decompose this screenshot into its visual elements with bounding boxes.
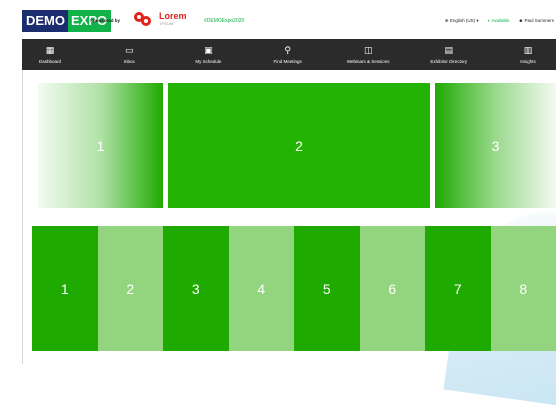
item-number: 3 [192,281,200,297]
nav-insights[interactable]: ▥ Insights [508,39,548,70]
sponsor-name: Lorem [159,12,187,21]
nav-exhibitor-directory[interactable]: ▤ Exhibitor Directory [429,39,469,70]
nav-label: Insights [520,59,536,64]
slide-number: 2 [295,138,303,154]
header-right-controls: ⊕ English (US) ▾ ◐ Available ☻ Paul Summ… [445,18,554,24]
nav-label: Find Meetings [274,59,302,64]
item-number: 7 [454,281,462,297]
carousel-item[interactable]: 7 [425,226,491,351]
insights-icon: ▥ [524,45,533,56]
inbox-icon: ▭ [125,45,134,56]
availability-status[interactable]: ◐ Available [488,18,510,24]
item-number: 6 [388,281,396,297]
multi-item-carousel: 1 2 3 4 5 6 7 8 [32,226,556,351]
slide-number: 3 [492,138,500,154]
nav-label: Inbox [124,59,135,64]
item-number: 1 [61,281,69,297]
nav-label: Webinars & Sessions [347,59,390,64]
item-number: 8 [519,281,527,297]
video-icon: ◫ [364,45,373,56]
nav-label: My Schedule [195,59,221,64]
main-nav: ▦ Dashboard ▭ Inbox ▣ My Schedule ⚲ Find… [22,39,556,70]
nav-inbox[interactable]: ▭ Inbox [109,39,149,70]
sponsor-logo-icon [134,11,156,29]
search-icon: ⚲ [284,45,291,56]
carousel-item[interactable]: 6 [360,226,426,351]
carousel-slide-prev[interactable]: 1 [38,83,163,208]
nav-my-schedule[interactable]: ▣ My Schedule [188,39,228,70]
nav-webinars-sessions[interactable]: ◫ Webinars & Sessions [347,39,390,70]
calendar-icon: ▣ [204,45,213,56]
carousel-item[interactable]: 4 [229,226,295,351]
sponsored-by-label: Sponsored by [90,18,120,23]
nav-label: Exhibitor Directory [430,59,467,64]
language-selector[interactable]: ⊕ English (US) ▾ [445,18,479,24]
carousel-item[interactable]: 8 [491,226,556,351]
slide-number: 1 [97,138,105,154]
carousel-item[interactable]: 5 [294,226,360,351]
carousel-slide-active[interactable]: 2 [168,83,430,208]
event-hashtag[interactable]: #DEMOExpo2020 [204,18,244,24]
nav-dashboard[interactable]: ▦ Dashboard [30,39,70,70]
user-menu[interactable]: ☻ Paul Summers [519,18,555,24]
item-number: 4 [257,281,265,297]
sponsor-subtitle: IPSUM [160,22,174,26]
top-header: DEMO EXPO Sponsored by Lorem IPSUM #DEMO… [22,9,556,39]
carousel-item[interactable]: 3 [163,226,229,351]
carousel-item[interactable]: 1 [32,226,98,351]
logo-demo-text: DEMO [22,10,68,32]
carousel-item[interactable]: 2 [98,226,164,351]
app-frame: DEMO EXPO Sponsored by Lorem IPSUM #DEMO… [0,0,556,364]
directory-icon: ▤ [445,45,454,56]
nav-label: Dashboard [39,59,61,64]
item-number: 2 [126,281,134,297]
carousel-slide-next[interactable]: 3 [435,83,556,208]
nav-find-meetings[interactable]: ⚲ Find Meetings [268,39,308,70]
dashboard-icon: ▦ [46,45,55,56]
item-number: 5 [323,281,331,297]
content-left-border [22,70,23,364]
